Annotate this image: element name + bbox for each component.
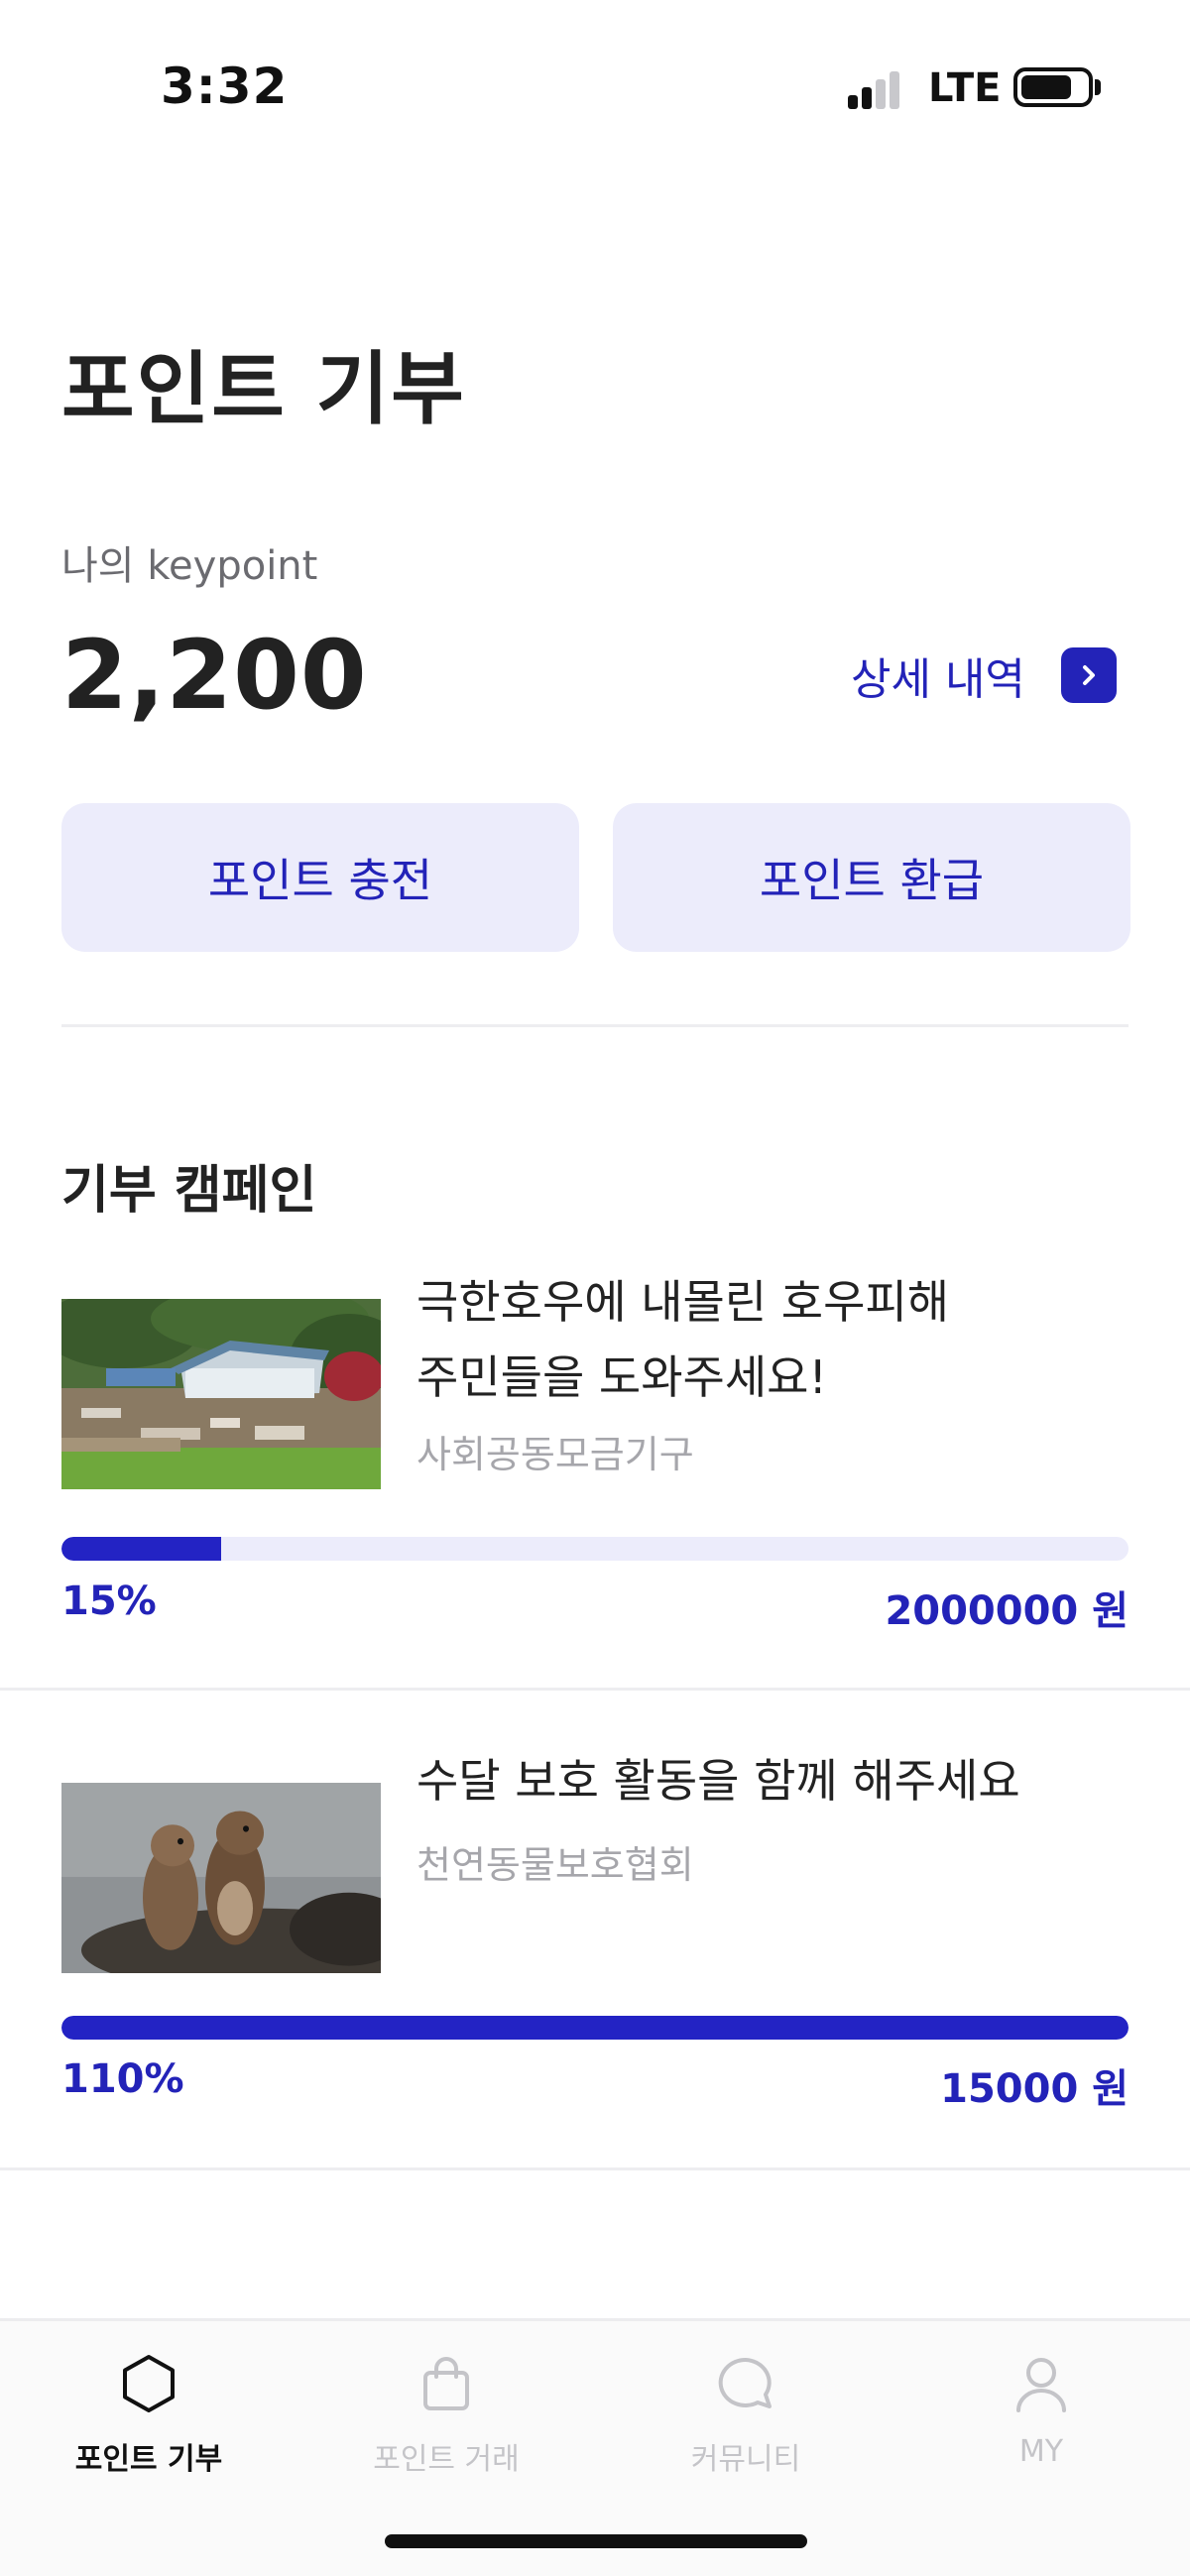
campaign-title-line1: 극한호우에 내몰린 호우피해 [416,1275,950,1329]
campaign-title-line2: 주민들을 도와주세요! [416,1350,827,1404]
campaign-organization: 천연동물보호협회 [416,1843,694,1887]
campaign-organization: 사회공동모금기구 [416,1433,694,1476]
campaign-title: 극한호우에 내몰린 호우피해 주민들을 도와주세요! [416,1264,1130,1415]
tab-point-donation[interactable]: 포인트 기부 [30,2351,268,2500]
campaign-thumbnail [61,1783,381,1973]
chat-bubble-icon [718,2357,772,2408]
charge-points-button[interactable]: 포인트 충전 [61,803,579,952]
tab-label: MY [1018,2434,1064,2469]
campaign-thumbnail [61,1299,381,1489]
user-icon [1016,2358,1066,2412]
campaigns-section-title: 기부 캠페인 [61,1161,317,1221]
balance-label: 나의 keypoint [61,543,318,589]
section-divider [61,1024,1129,1027]
status-bar: 3:32 LTE [0,0,1190,178]
tab-my[interactable]: MY [922,2351,1160,2500]
signal-icon [848,69,907,109]
campaign-separator [0,2167,1190,2170]
refund-points-button[interactable]: 포인트 환급 [613,803,1130,952]
campaign-goal-amount: 15000 원 [940,2066,1129,2112]
campaign-progress-fill [61,2016,1129,2040]
network-type: LTE [928,65,1002,111]
campaign-progress-percent: 110% [61,2056,184,2102]
detail-history-label: 상세 내역 [851,654,1025,705]
chevron-right-icon [1060,647,1117,703]
campaign-title: 수달 보호 활동을 함께 해주세요 [416,1754,1020,1808]
balance-value: 2,200 [61,620,368,731]
status-time: 3:32 [161,58,289,115]
page-title: 포인트 기부 [61,343,466,435]
tab-community[interactable]: 커뮤니티 [627,2351,865,2500]
campaign-goal-amount: 2000000 원 [885,1588,1129,1634]
battery-tip [1095,79,1101,95]
hexagon-icon [123,2355,175,2412]
detail-history-link[interactable]: 상세 내역 [851,643,1117,708]
shopping-bag-icon [423,2357,469,2410]
tab-point-trade[interactable]: 포인트 거래 [327,2351,565,2500]
home-indicator [385,2534,807,2548]
tab-label: 포인트 거래 [373,2442,520,2477]
campaign-progress-percent: 15% [61,1579,157,1624]
campaign-progress-fill [61,1537,222,1561]
battery-icon [1013,67,1093,107]
campaign-progress-bar [61,1537,1129,1561]
campaign-separator [0,1688,1190,1691]
campaign-progress-bar [61,2016,1129,2040]
tab-label: 포인트 기부 [74,2442,223,2477]
tab-label: 커뮤니티 [690,2442,801,2477]
